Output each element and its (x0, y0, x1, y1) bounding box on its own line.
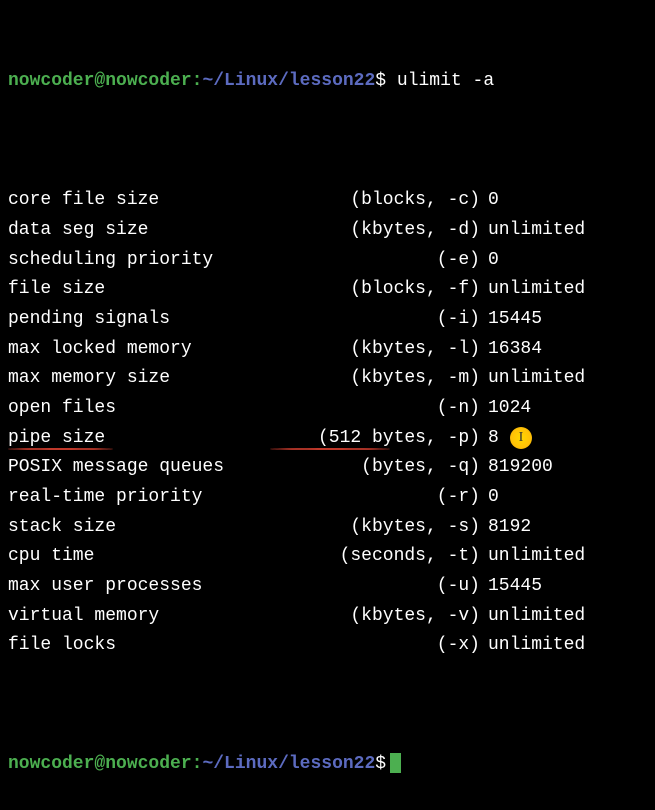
limit-row: pipe size(512 bytes, -p)8I (8, 424, 647, 454)
limit-label: core file size (8, 186, 258, 216)
limit-row: pending signals(-i)15445 (8, 305, 647, 335)
limit-spec: (kbytes, -v) (258, 602, 488, 632)
prompt-path-2: ~/Linux/lesson22 (202, 754, 375, 774)
limit-value: 0 (488, 246, 647, 276)
prompt-dollar: $ (375, 71, 386, 91)
limit-row: POSIX message queues(bytes, -q)819200 (8, 453, 647, 483)
limit-spec: (bytes, -q) (258, 453, 488, 483)
limit-value: 1024 (488, 394, 647, 424)
prompt-user-host-2: nowcoder@nowcoder (8, 754, 192, 774)
annotation-underline-icon (270, 448, 390, 450)
limit-value: unlimited (488, 364, 647, 394)
limit-label: cpu time (8, 542, 258, 572)
limit-spec: (kbytes, -l) (258, 335, 488, 365)
limit-label: scheduling priority (8, 246, 258, 276)
limit-row: virtual memory(kbytes, -v)unlimited (8, 602, 647, 632)
limit-row: stack size(kbytes, -s)8192 (8, 513, 647, 543)
prompt-dollar-2: $ (375, 754, 386, 774)
limit-value: 15445 (488, 572, 647, 602)
limit-value: 16384 (488, 335, 647, 365)
limit-spec: (blocks, -f) (258, 275, 488, 305)
limit-row: cpu time(seconds, -t)unlimited (8, 542, 647, 572)
limit-label: file locks (8, 631, 258, 661)
prompt-line-1: nowcoder@nowcoder:~/Linux/lesson22$ ulim… (8, 67, 647, 97)
limit-spec: (-x) (258, 631, 488, 661)
limit-value: 8192 (488, 513, 647, 543)
limit-value: unlimited (488, 216, 647, 246)
prompt-path: ~/Linux/lesson22 (202, 71, 375, 91)
text-cursor-highlight-icon: I (510, 427, 532, 449)
limit-value: unlimited (488, 602, 647, 632)
limit-spec: (kbytes, -m) (258, 364, 488, 394)
prompt-line-2: nowcoder@nowcoder:~/Linux/lesson22$ (8, 750, 647, 780)
limit-spec: (-n) (258, 394, 488, 424)
limit-label: real-time priority (8, 483, 258, 513)
cursor-block-icon (390, 753, 401, 773)
limit-spec: (seconds, -t) (258, 542, 488, 572)
limit-row: file locks(-x)unlimited (8, 631, 647, 661)
terminal-output[interactable]: nowcoder@nowcoder:~/Linux/lesson22$ ulim… (8, 8, 647, 810)
limit-row: file size(blocks, -f)unlimited (8, 275, 647, 305)
limit-spec: (-u) (258, 572, 488, 602)
limit-spec: (-e) (258, 246, 488, 276)
limit-label: POSIX message queues (8, 453, 258, 483)
limit-label: max memory size (8, 364, 258, 394)
limit-row: open files(-n)1024 (8, 394, 647, 424)
limit-value: unlimited (488, 631, 647, 661)
limit-spec: (kbytes, -s) (258, 513, 488, 543)
command-text: ulimit -a (397, 71, 494, 91)
limit-row: scheduling priority(-e)0 (8, 246, 647, 276)
limit-value: unlimited (488, 275, 647, 305)
limit-row: data seg size(kbytes, -d)unlimited (8, 216, 647, 246)
limit-value: 15445 (488, 305, 647, 335)
limit-label: data seg size (8, 216, 258, 246)
limit-row: max locked memory(kbytes, -l)16384 (8, 335, 647, 365)
limit-value: 819200 (488, 453, 647, 483)
limit-label: max user processes (8, 572, 258, 602)
limit-spec: (blocks, -c) (258, 186, 488, 216)
limit-value: 0 (488, 483, 647, 513)
limit-label: pending signals (8, 305, 258, 335)
limit-label: file size (8, 275, 258, 305)
limit-row: max memory size(kbytes, -m)unlimited (8, 364, 647, 394)
limit-label: open files (8, 394, 258, 424)
limit-row: core file size(blocks, -c)0 (8, 186, 647, 216)
prompt-separator: : (192, 71, 203, 91)
limit-row: max user processes(-u)15445 (8, 572, 647, 602)
limit-spec: (-r) (258, 483, 488, 513)
limit-label: stack size (8, 513, 258, 543)
annotation-underline-icon (8, 448, 113, 450)
limit-label: virtual memory (8, 602, 258, 632)
limit-row: real-time priority(-r)0 (8, 483, 647, 513)
prompt-separator-2: : (192, 754, 203, 774)
limit-value: 0 (488, 186, 647, 216)
limit-spec: (-i) (258, 305, 488, 335)
limit-spec: (kbytes, -d) (258, 216, 488, 246)
limit-value: unlimited (488, 542, 647, 572)
prompt-user-host: nowcoder@nowcoder (8, 71, 192, 91)
limit-label: max locked memory (8, 335, 258, 365)
